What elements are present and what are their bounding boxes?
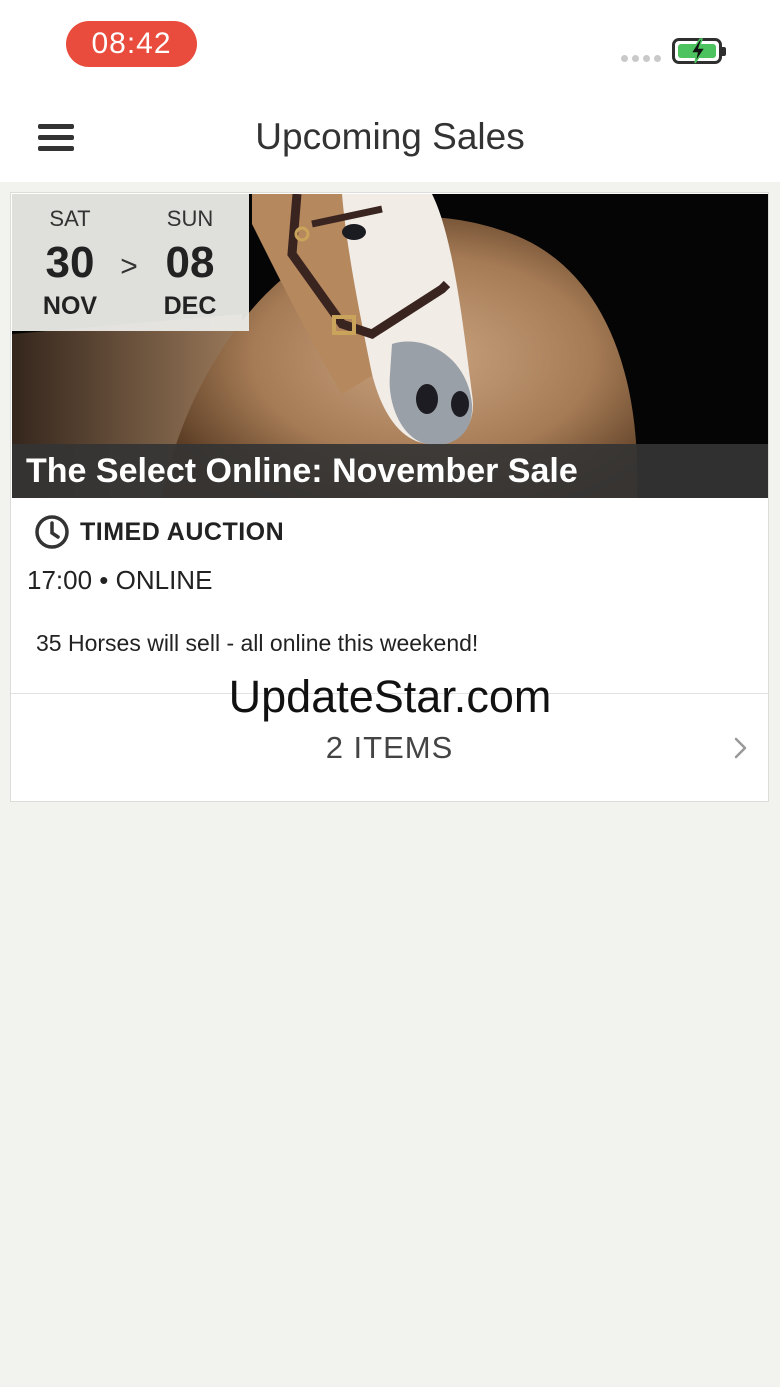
items-count-label: 2 ITEMS <box>325 730 454 765</box>
sale-description: 35 Horses will sell - all online this we… <box>36 630 479 656</box>
signal-icon <box>621 55 661 62</box>
sale-card[interactable]: SAT 30 NOV > SUN 08 DEC The Select Onlin… <box>10 192 769 802</box>
items-button[interactable]: 2 ITEMS <box>11 694 768 802</box>
auction-type-row: TIMED AUCTION <box>34 513 284 551</box>
page-title: Upcoming Sales <box>255 116 525 157</box>
clock-icon <box>35 515 69 549</box>
sale-title[interactable]: The Select Online: November Sale <box>26 452 578 491</box>
auction-type: TIMED AUCTION <box>80 517 285 546</box>
start-day: 30 <box>45 238 95 287</box>
sale-time-location: 17:00 • ONLINE <box>27 565 213 595</box>
sale-title-bar: The Select Online: November Sale <box>12 444 768 498</box>
start-month: NOV <box>42 292 98 320</box>
battery-icon <box>672 38 726 64</box>
start-dow: SAT <box>49 206 91 231</box>
date-range: SAT 30 NOV > SUN 08 DEC <box>12 194 249 331</box>
chevron-right-icon <box>734 737 747 759</box>
sale-hero-image[interactable]: SAT 30 NOV > SUN 08 DEC The Select Onlin… <box>12 194 768 498</box>
status-time[interactable]: 08:42 <box>66 21 197 67</box>
status-bar: 08:42 <box>0 0 780 96</box>
navigation-bar: Upcoming Sales <box>0 96 780 182</box>
date-range-arrow: > <box>120 250 138 283</box>
end-day: 08 <box>165 238 215 287</box>
end-month: DEC <box>163 292 217 320</box>
end-dow: SUN <box>166 206 214 231</box>
